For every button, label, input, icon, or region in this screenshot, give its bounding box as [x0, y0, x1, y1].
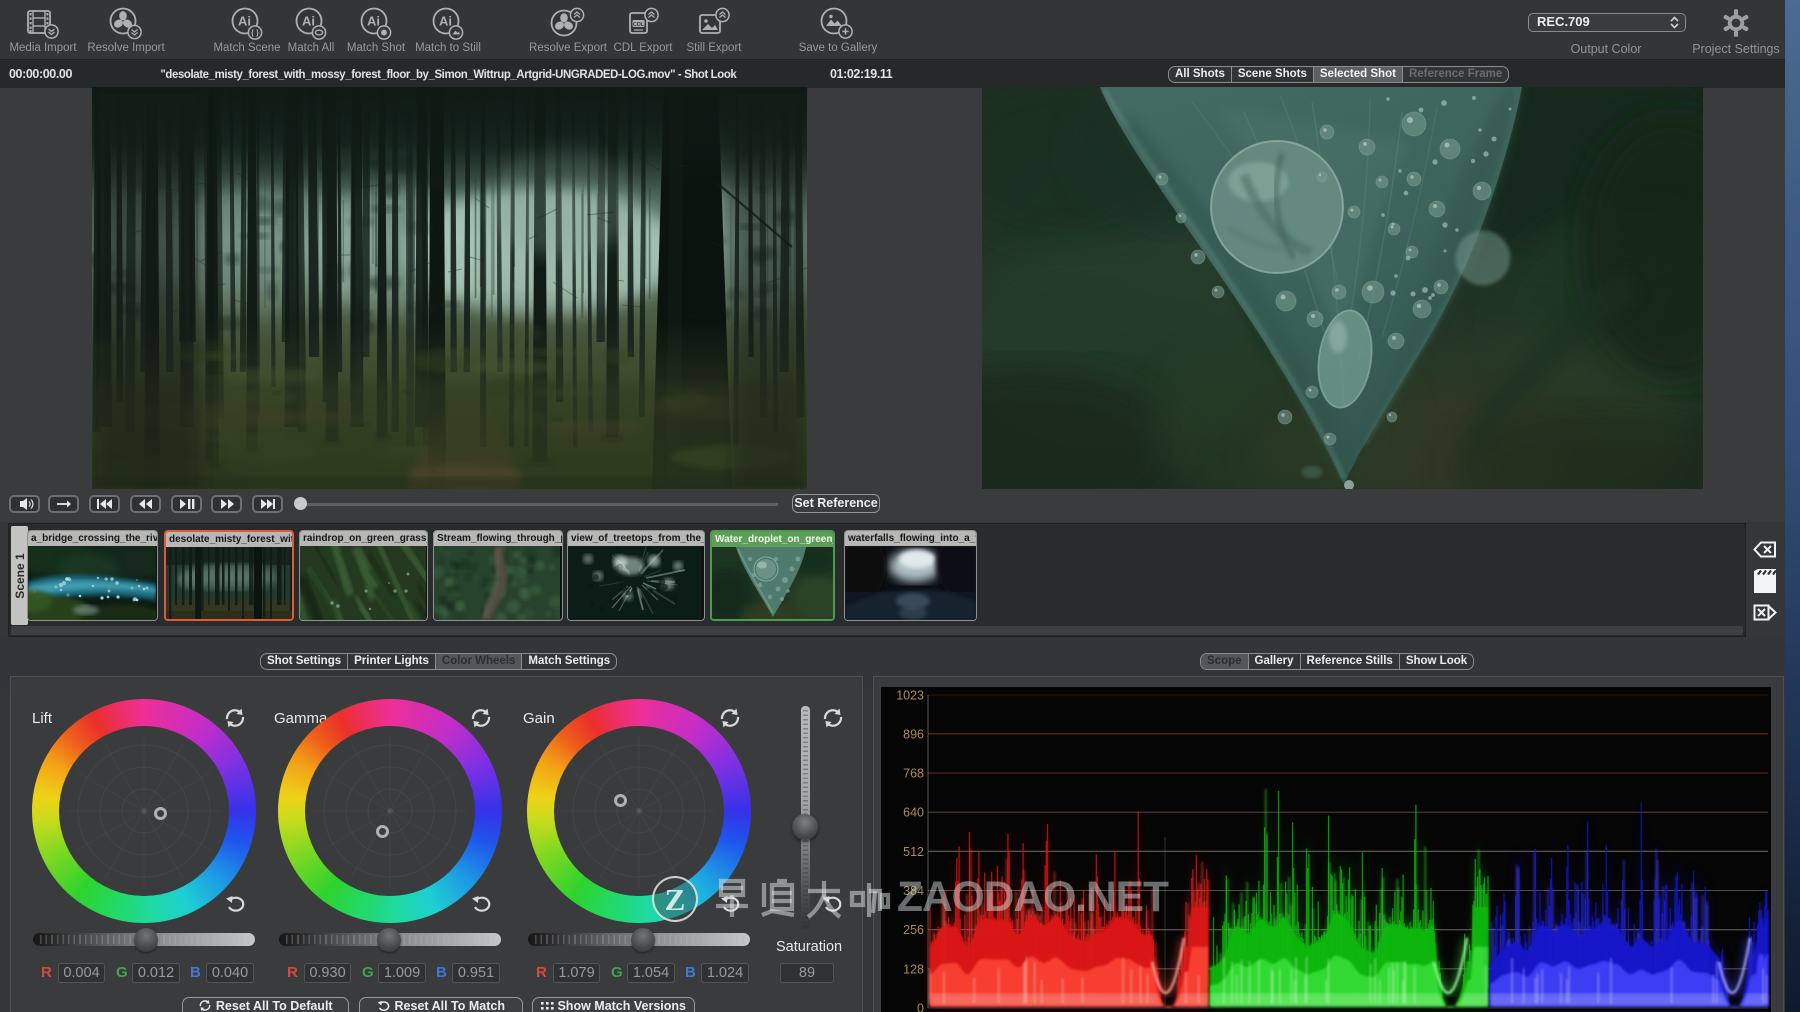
svg-text:896: 896 — [903, 727, 924, 741]
svg-text:Ai: Ai — [439, 14, 452, 29]
svg-text:Ai: Ai — [238, 14, 251, 29]
svg-text:256: 256 — [903, 923, 924, 937]
svg-text:640: 640 — [903, 806, 924, 820]
svg-text:Ai: Ai — [367, 14, 380, 29]
svg-text:1023: 1023 — [896, 689, 924, 703]
svg-text:Ai: Ai — [302, 14, 315, 29]
svg-text:768: 768 — [903, 767, 924, 781]
svg-text:384: 384 — [903, 884, 924, 898]
svg-text:512: 512 — [903, 845, 924, 859]
svg-text:128: 128 — [903, 962, 924, 976]
svg-text:0: 0 — [917, 1002, 924, 1012]
svg-text:CDL: CDL — [633, 22, 645, 28]
